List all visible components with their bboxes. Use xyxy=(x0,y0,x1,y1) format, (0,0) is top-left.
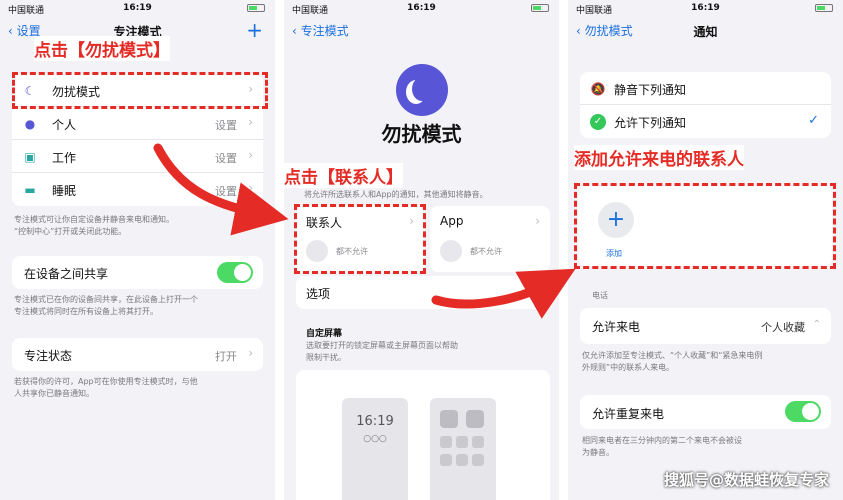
arrow-to-panel-3 xyxy=(431,268,576,319)
watermark-text: 搜狐号@数据蛙恢复专家 xyxy=(663,471,829,489)
annotation-arrows xyxy=(153,143,576,319)
arrow-to-panel-2 xyxy=(153,143,289,236)
